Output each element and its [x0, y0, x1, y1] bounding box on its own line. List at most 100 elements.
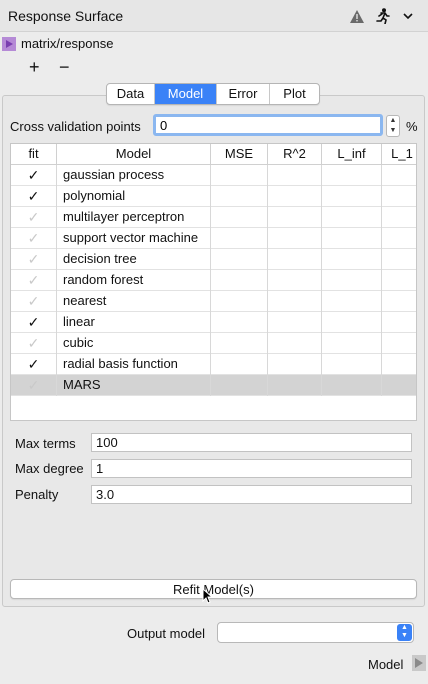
- table-row[interactable]: ✓ polynomial: [11, 186, 416, 207]
- tab-plot[interactable]: Plot: [270, 84, 319, 104]
- column-header-l1[interactable]: L_1: [382, 144, 416, 164]
- model-table[interactable]: fit Model MSE R^2 L_inf L_1 ✓ gaussian pr…: [10, 143, 417, 421]
- metric-cell: [211, 228, 268, 249]
- metric-cell: [268, 375, 322, 396]
- metric-cell: [322, 228, 382, 249]
- table-row[interactable]: ✓ radial basis function: [11, 354, 416, 375]
- metric-cell: [268, 333, 322, 354]
- fit-checkbox[interactable]: ✓: [11, 312, 57, 333]
- fit-checkbox[interactable]: ✓: [11, 291, 57, 312]
- table-row[interactable]: ✓ gaussian process: [11, 165, 416, 186]
- add-button[interactable]: +: [29, 57, 40, 77]
- metric-cell: [211, 249, 268, 270]
- penalty-input[interactable]: 3.0: [91, 485, 412, 504]
- metric-cell: [211, 207, 268, 228]
- metric-cell: [211, 186, 268, 207]
- metric-cell: [322, 270, 382, 291]
- column-header-mse[interactable]: MSE: [211, 144, 268, 164]
- remove-button[interactable]: −: [59, 57, 70, 77]
- metric-cell: [382, 354, 416, 375]
- run-icon[interactable]: [373, 6, 393, 26]
- metric-cell: [382, 249, 416, 270]
- stepper-down-icon[interactable]: ▼: [387, 126, 399, 136]
- metric-cell: [268, 291, 322, 312]
- metric-cell: [382, 291, 416, 312]
- tab-model[interactable]: Model: [155, 84, 217, 104]
- table-header: fit Model MSE R^2 L_inf L_1: [11, 144, 416, 165]
- table-row[interactable]: ✓ multilayer perceptron: [11, 207, 416, 228]
- output-model-label: Output model: [127, 626, 206, 641]
- footer-play-icon[interactable]: [412, 655, 426, 671]
- metric-cell: [268, 207, 322, 228]
- model-name-cell: polynomial: [57, 186, 211, 207]
- metric-cell: [268, 270, 322, 291]
- cross-validation-input[interactable]: [153, 114, 383, 136]
- warning-icon[interactable]: [347, 6, 367, 26]
- tab-error[interactable]: Error: [217, 84, 270, 104]
- fit-checkbox[interactable]: ✓: [11, 249, 57, 270]
- model-name-cell: linear: [57, 312, 211, 333]
- table-row[interactable]: ✓ decision tree: [11, 249, 416, 270]
- model-name-cell: nearest: [57, 291, 211, 312]
- cross-validation-label: Cross validation points: [10, 119, 141, 134]
- output-model-select[interactable]: ▲ ▼: [217, 622, 414, 643]
- table-row[interactable]: ✓ linear: [11, 312, 416, 333]
- max-degree-input[interactable]: 1: [91, 459, 412, 478]
- cross-validation-stepper[interactable]: ▲ ▼: [386, 115, 400, 137]
- table-row[interactable]: ✓ support vector machine: [11, 228, 416, 249]
- model-name-cell: random forest: [57, 270, 211, 291]
- refit-models-button[interactable]: Refit Model(s): [10, 579, 417, 599]
- chevron-down-icon[interactable]: [398, 6, 418, 26]
- metric-cell: [382, 375, 416, 396]
- fit-checkbox[interactable]: ✓: [11, 207, 57, 228]
- metric-cell: [382, 228, 416, 249]
- fit-checkbox[interactable]: ✓: [11, 186, 57, 207]
- column-header-linf[interactable]: L_inf: [322, 144, 382, 164]
- metric-cell: [268, 228, 322, 249]
- max-terms-input[interactable]: 100: [91, 433, 412, 452]
- mouse-cursor-icon: [202, 587, 214, 607]
- metric-cell: [322, 186, 382, 207]
- fit-checkbox[interactable]: ✓: [11, 333, 57, 354]
- fit-checkbox[interactable]: ✓: [11, 270, 57, 291]
- percent-unit: %: [406, 119, 418, 134]
- metric-cell: [382, 165, 416, 186]
- tab-data[interactable]: Data: [107, 84, 155, 104]
- max-terms-label: Max terms: [15, 436, 76, 451]
- model-name-cell: multilayer perceptron: [57, 207, 211, 228]
- table-row[interactable]: ✓ cubic: [11, 333, 416, 354]
- title-bar: Response Surface: [0, 0, 428, 32]
- model-name-cell: MARS: [57, 375, 211, 396]
- metric-cell: [322, 312, 382, 333]
- table-row[interactable]: ✓ random forest: [11, 270, 416, 291]
- metric-cell: [322, 207, 382, 228]
- column-header-r2[interactable]: R^2: [268, 144, 322, 164]
- stepper-up-icon[interactable]: ▲: [387, 116, 399, 126]
- fit-checkbox[interactable]: ✓: [11, 228, 57, 249]
- fit-checkbox[interactable]: ✓: [11, 375, 57, 396]
- metric-cell: [322, 375, 382, 396]
- model-name-cell: radial basis function: [57, 354, 211, 375]
- penalty-label: Penalty: [15, 487, 59, 502]
- max-degree-label: Max degree: [15, 461, 84, 476]
- column-header-fit[interactable]: fit: [11, 144, 57, 164]
- metric-cell: [322, 165, 382, 186]
- column-header-model[interactable]: Model: [57, 144, 211, 164]
- select-arrows-icon[interactable]: ▲ ▼: [397, 624, 412, 641]
- fit-checkbox[interactable]: ✓: [11, 165, 57, 186]
- metric-cell: [322, 333, 382, 354]
- metric-cell: [322, 291, 382, 312]
- model-name-cell: decision tree: [57, 249, 211, 270]
- model-name-cell: gaussian process: [57, 165, 211, 186]
- window-title: Response Surface: [8, 8, 124, 24]
- table-row[interactable]: ✓ nearest: [11, 291, 416, 312]
- node-path[interactable]: matrix/response: [21, 36, 113, 51]
- metric-cell: [211, 375, 268, 396]
- metric-cell: [268, 249, 322, 270]
- metric-cell: [382, 207, 416, 228]
- metric-cell: [211, 312, 268, 333]
- fit-checkbox[interactable]: ✓: [11, 354, 57, 375]
- metric-cell: [268, 165, 322, 186]
- table-row[interactable]: ✓ MARS: [11, 375, 416, 396]
- footer-model-label: Model: [368, 657, 404, 672]
